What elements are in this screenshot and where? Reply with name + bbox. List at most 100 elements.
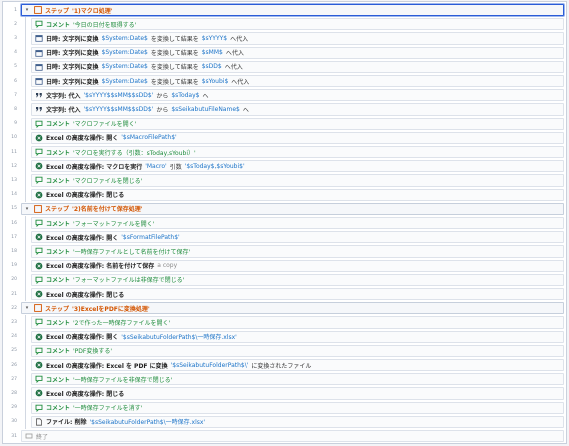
action-row[interactable]: 8 文字列: 代入 '$sYYYY$$sMM$$sDD$' から $sSeikabutu…	[3, 102, 566, 117]
action-name: 日時: 文字列に変換	[46, 78, 99, 86]
block-indent-rail	[25, 386, 26, 401]
comment-row[interactable]: 20 コメント 'フォーマットファイルは非保存で閉じる'	[3, 272, 566, 287]
action-name: Excel の高度な操作: 閉じる	[46, 192, 125, 200]
action-detail: $sSeikabutuFileName$	[171, 105, 240, 113]
action-row[interactable]: 6 日時: 文字列に変換 $System:Date$ を変換して結果を $sYoubi$…	[3, 74, 566, 89]
row-content: Excel の高度な操作: 閉じる	[34, 287, 566, 301]
action-name: コメント	[46, 149, 71, 157]
action-detail: 'マクロを実行する（引数：sToday,sYoubi）'	[73, 149, 196, 157]
action-name: 終了	[36, 433, 49, 441]
row-content: 終了	[24, 429, 566, 443]
block-indent-rail	[25, 258, 26, 273]
comment-icon	[34, 346, 43, 355]
action-row[interactable]: 28 Excel の高度な操作: 閉じる	[3, 386, 566, 401]
action-detail: へ	[242, 106, 249, 114]
comment-icon	[34, 119, 43, 128]
line-number: 7	[14, 92, 17, 98]
comment-row[interactable]: 9 コメント 'マクロファイルを開く'	[3, 116, 566, 131]
action-row[interactable]: 14 Excel の高度な操作: 閉じる	[3, 187, 566, 202]
line-number: 26	[11, 362, 17, 368]
comment-row[interactable]: 16 コメント 'フォーマットファイルを開く'	[3, 216, 566, 231]
end-icon	[24, 432, 33, 441]
action-detail: へ	[202, 92, 209, 100]
row-content: 日時: 文字列に変換 $System:Date$ を変換して結果を $sMM$ へ代入	[34, 46, 566, 60]
line-number: 4	[14, 50, 17, 56]
action-row[interactable]: 26 Excel の高度な操作: Excel を PDF に変換 '$sSeikab…	[3, 358, 566, 373]
action-row[interactable]: 12 Excel の高度な操作: マクロを実行 'Macro' 引数 '$sToday$…	[3, 159, 566, 174]
action-detail: を変換して結果を	[150, 78, 199, 86]
action-detail: '$sYYYY$$sMM$$sDD$'	[83, 105, 154, 113]
calendar-icon	[34, 77, 43, 86]
action-name: ステップ	[45, 305, 70, 313]
row-content: Excel の高度な操作: マクロを実行 'Macro' 引数 '$sToday$,$…	[34, 159, 566, 173]
comment-row[interactable]: 13 コメント 'マクロファイルを閉じる'	[3, 173, 566, 188]
line-number: 10	[11, 135, 17, 141]
action-row[interactable]: 10 Excel の高度な操作: 開く '$sMacroFilePath$'	[3, 130, 566, 145]
action-name: Excel の高度な操作: 名前を付けて保存	[46, 263, 155, 271]
action-name: 文字列: 代入	[46, 106, 81, 114]
action-row[interactable]: 21 Excel の高度な操作: 閉じる	[3, 287, 566, 302]
action-row[interactable]: 3 日時: 文字列に変換 $System:Date$ を変換して結果を $sYYYY$ へ…	[3, 31, 566, 46]
action-detail: '一時保存ファイルとして名前を付けて保存'	[73, 248, 191, 256]
action-detail: 引数	[169, 163, 182, 171]
line-number: 21	[11, 291, 17, 297]
row-content: コメント 'マクロを実行する（引数：sToday,sYoubi）'	[34, 145, 566, 159]
file-icon	[34, 417, 43, 426]
block-indent-rail	[25, 17, 26, 32]
block-indent-rail	[25, 173, 26, 188]
comment-icon	[34, 148, 43, 157]
action-row[interactable]: 24 Excel の高度な操作: 開く '$sSeikabutuFolderPath…	[3, 329, 566, 344]
row-content: 文字列: 代入 '$sYYYY$$sMM$$sDD$' から $sToday$ へ	[34, 88, 566, 102]
line-number: 9	[14, 121, 17, 127]
row-content: Excel の高度な操作: 開く '$sFormatFilePath$'	[34, 230, 566, 244]
excel-icon	[34, 389, 43, 398]
collapse-toggle-icon[interactable]: ▾	[24, 7, 30, 13]
comment-row[interactable]: 11 コメント 'マクロを実行する（引数：sToday,sYoubi）'	[3, 145, 566, 160]
block-indent-rail	[25, 74, 26, 89]
end-row[interactable]: 31 終了	[3, 429, 566, 443]
action-name: Excel の高度な操作: Excel を PDF に変換	[46, 362, 168, 370]
action-row[interactable]: 7 文字列: 代入 '$sYYYY$$sMM$$sDD$' から $sToday$ へ	[3, 88, 566, 103]
action-row[interactable]: 4 日時: 文字列に変換 $System:Date$ を変換して結果を $sMM$ へ代入	[3, 45, 566, 60]
row-content: Excel の高度な操作: 名前を付けて保存 a copy	[34, 259, 566, 273]
comment-row[interactable]: 2 コメント '今日の日付を取得する'	[3, 17, 566, 32]
action-detail: $sYYYY$	[201, 34, 228, 42]
action-name: Excel の高度な操作: 開く	[46, 135, 119, 143]
action-detail: へ代入	[230, 35, 249, 43]
step-row[interactable]: 22 ▾ ステップ '3)ExcelをPDFに変換処理'	[3, 301, 566, 315]
line-number: 2	[14, 21, 17, 27]
action-row[interactable]: 17 Excel の高度な操作: 開く '$sFormatFilePath$'	[3, 230, 566, 245]
block-indent-rail	[25, 230, 26, 245]
line-number: 13	[11, 177, 17, 183]
comment-row[interactable]: 25 コメント 'PDF変換する'	[3, 343, 566, 358]
block-indent-rail	[25, 159, 26, 174]
action-row[interactable]: 5 日時: 文字列に変換 $System:Date$ を変換して結果を $sDD$ へ代入	[3, 59, 566, 74]
excel-icon	[34, 162, 43, 171]
line-number: 15	[11, 206, 17, 212]
comment-row[interactable]: 18 コメント '一時保存ファイルとして名前を付けて保存'	[3, 244, 566, 259]
action-detail: を変換して結果を	[150, 50, 199, 58]
comment-row[interactable]: 29 コメント '一時保存ファイルを消す'	[3, 400, 566, 415]
block-indent-rail	[25, 145, 26, 160]
collapse-toggle-icon[interactable]: ▾	[24, 305, 30, 311]
line-number: 8	[14, 106, 17, 112]
action-row[interactable]: 30 ファイル: 削除 '$sSeikabutuFolderPath$\一時保存.x…	[3, 414, 566, 429]
action-name: 日時: 文字列に変換	[46, 50, 99, 58]
step-row[interactable]: 1 ▾ ステップ '1)マクロ処理'	[3, 3, 566, 17]
comment-row[interactable]: 27 コメント '一時保存ファイルを非保存で閉じる'	[3, 372, 566, 387]
action-name: 日時: 文字列に変換	[46, 35, 99, 43]
line-number: 31	[11, 433, 17, 439]
line-number: 17	[11, 234, 17, 240]
comment-row[interactable]: 23 コメント '2で作った一時保存ファイルを開く'	[3, 315, 566, 330]
action-row[interactable]: 19 Excel の高度な操作: 名前を付けて保存 a copy	[3, 258, 566, 273]
row-content: コメント 'マクロファイルを開く'	[34, 117, 566, 131]
step-row[interactable]: 15 ▾ ステップ '2)名前を付けて保存処理'	[3, 202, 566, 216]
action-detail: へ代入	[224, 64, 243, 72]
action-name: コメント	[46, 121, 71, 129]
action-detail: $sMM$	[201, 49, 223, 57]
collapse-toggle-icon[interactable]: ▾	[24, 206, 30, 212]
comment-icon	[34, 176, 43, 185]
block-indent-rail	[25, 315, 26, 330]
quote-icon	[34, 105, 43, 114]
script-editor: 1 ▾ ステップ '1)マクロ処理' 2 コメント '今日の日付を取得する' 3 日時: 文字列…	[2, 1, 567, 444]
